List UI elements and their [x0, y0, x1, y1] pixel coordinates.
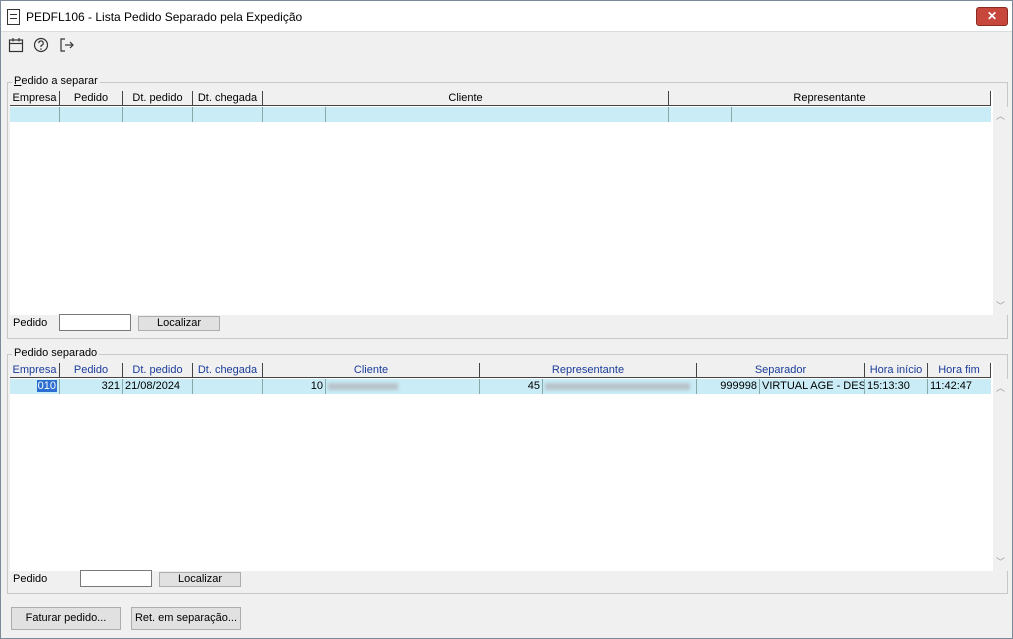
- main-window: PEDFL106 - Lista Pedido Separado pela Ex…: [0, 0, 1013, 639]
- col-empresa[interactable]: Empresa: [10, 91, 60, 106]
- cell-pedido: 321: [60, 379, 123, 394]
- cell-representante-cod: 45: [480, 379, 543, 394]
- table-row[interactable]: [10, 107, 991, 122]
- col-empresa[interactable]: Empresa: [10, 363, 60, 378]
- col-representante[interactable]: Representante: [480, 363, 697, 378]
- pending-filter-input[interactable]: [59, 314, 131, 331]
- cell-hora-fim: 11:42:47: [930, 380, 973, 392]
- redacted-text: [328, 382, 398, 390]
- cell-empresa: 010: [10, 379, 60, 394]
- redacted-text: [545, 382, 690, 390]
- pending-filter-label: Pedido: [13, 317, 48, 329]
- scroll-down-icon[interactable]: ﹀: [996, 555, 1005, 568]
- separated-find-button[interactable]: Localizar: [159, 572, 241, 587]
- separated-orders-table[interactable]: Empresa Pedido Dt. pedido Dt. chegada Cl…: [10, 363, 1008, 571]
- pending-orders-table[interactable]: Empresa Pedido Dt. pedido Dt. chegada Cl…: [10, 91, 1008, 315]
- invoice-order-button[interactable]: Faturar pedido...: [11, 607, 121, 630]
- col-hora-fim[interactable]: Hora fim: [928, 363, 991, 378]
- pending-scrollbar[interactable]: ︿ ﹀: [993, 107, 1008, 315]
- separated-orders-group: Pedido separado Empresa Pedido Dt. pedid…: [7, 347, 1008, 594]
- scroll-down-icon[interactable]: ﹀: [996, 299, 1005, 312]
- separated-filter-input[interactable]: [80, 570, 152, 587]
- col-cliente[interactable]: Cliente: [263, 363, 480, 378]
- document-icon: [7, 9, 20, 25]
- calendar-icon[interactable]: [8, 37, 24, 53]
- col-dt-chegada[interactable]: Dt. chegada: [193, 363, 263, 378]
- pending-orders-group: Pedido a separar Empresa Pedido Dt. pedi…: [7, 75, 1008, 339]
- close-button[interactable]: ✕: [976, 7, 1008, 26]
- col-separador[interactable]: Separador: [697, 363, 865, 378]
- separated-filter-label: Pedido: [13, 573, 48, 585]
- col-representante[interactable]: Representante: [669, 91, 991, 106]
- col-pedido[interactable]: Pedido: [60, 363, 123, 378]
- cell-separador-cod: 999998: [697, 379, 760, 394]
- scroll-up-icon[interactable]: ︿: [996, 381, 1005, 394]
- col-hora-inicio[interactable]: Hora início: [865, 363, 928, 378]
- cell-hora-inicio: 15:13:30: [865, 379, 928, 394]
- pending-group-title: Pedido a separar: [12, 75, 100, 87]
- separated-group-title: Pedido separado: [12, 347, 100, 359]
- cell-separador-nome: VIRTUAL AGE - DESE: [762, 379, 865, 394]
- exit-icon[interactable]: [59, 37, 75, 53]
- cell-cliente-cod: 10: [263, 379, 326, 394]
- window-title: PEDFL106 - Lista Pedido Separado pela Ex…: [26, 10, 303, 24]
- col-cliente[interactable]: Cliente: [263, 91, 669, 106]
- cell-dt-pedido: 21/08/2024: [123, 379, 193, 394]
- col-dt-pedido[interactable]: Dt. pedido: [123, 91, 193, 106]
- col-dt-pedido[interactable]: Dt. pedido: [123, 363, 193, 378]
- pending-find-button[interactable]: Localizar: [138, 316, 220, 331]
- scroll-up-icon[interactable]: ︿: [996, 109, 1005, 122]
- title-bar: PEDFL106 - Lista Pedido Separado pela Ex…: [1, 1, 1012, 32]
- toolbar: [1, 32, 1012, 60]
- table-row[interactable]: 010 321 21/08/2024 10 45 999998 VIRTUAL …: [10, 379, 991, 394]
- col-pedido[interactable]: Pedido: [60, 91, 123, 106]
- col-dt-chegada[interactable]: Dt. chegada: [193, 91, 263, 106]
- cell-representante-nome: [543, 379, 697, 394]
- return-to-separation-button[interactable]: Ret. em separação...: [131, 607, 241, 630]
- cell-dt-chegada: [193, 379, 263, 394]
- separated-scrollbar[interactable]: ︿ ﹀: [993, 379, 1008, 571]
- cell-cliente-nome: [326, 379, 480, 394]
- help-icon[interactable]: [33, 37, 49, 53]
